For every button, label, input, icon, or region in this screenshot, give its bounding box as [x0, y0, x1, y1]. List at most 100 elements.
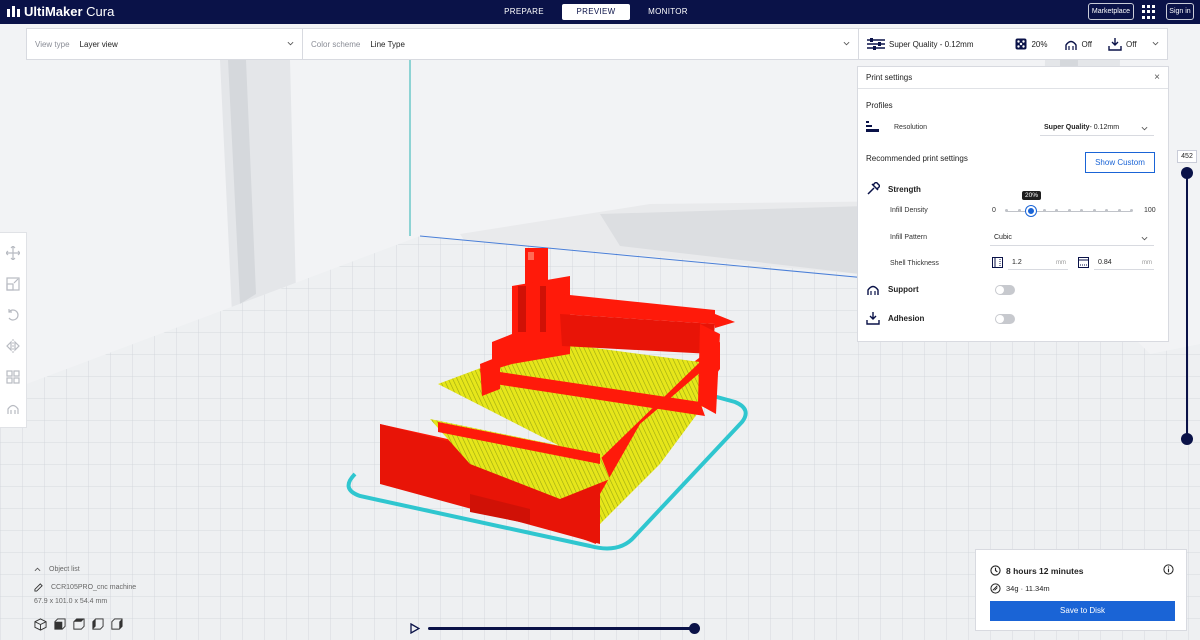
infill-slider-tick	[1105, 209, 1108, 212]
spool-icon	[990, 583, 1001, 594]
tab-preview[interactable]: PREVIEW	[562, 4, 630, 20]
tab-prepare[interactable]: PREPARE	[490, 4, 558, 20]
app-title: UltiMaker Cura	[24, 4, 115, 19]
mirror-icon[interactable]	[5, 338, 21, 354]
print-settings-header: Print settings ×	[858, 67, 1168, 89]
object-list-toggle[interactable]: Object list	[34, 566, 136, 573]
info-icon[interactable]	[1163, 564, 1174, 575]
color-scheme-label: Color scheme	[311, 39, 361, 49]
strength-section: Strength	[866, 182, 921, 196]
print-settings-panel: Print settings × Profiles Resolution Sup…	[857, 66, 1169, 342]
layer-slider-track[interactable]	[1186, 173, 1188, 439]
settings-sliders-icon	[867, 38, 885, 50]
support-blocker-icon[interactable]	[5, 400, 21, 416]
view-toolbar: View type Layer view Color scheme Line T…	[26, 28, 1168, 60]
scale-icon[interactable]	[5, 276, 21, 292]
clock-icon	[990, 565, 1001, 576]
infill-min-label: 0	[992, 207, 996, 214]
chevron-down-icon	[1152, 41, 1159, 46]
camera-view-buttons	[34, 618, 123, 631]
view-type-value: Layer view	[79, 39, 118, 49]
infill-slider-tick	[1130, 209, 1133, 212]
wall-thickness-value: 1.2	[1012, 259, 1022, 266]
resolution-value-layer: - 0.12mm	[1089, 124, 1120, 131]
top-bottom-thickness-unit: mm	[1142, 259, 1152, 266]
resolution-select[interactable]: Super Quality - 0.12mm	[1040, 120, 1154, 136]
chevron-up-icon	[34, 567, 41, 572]
infill-density-label: Infill Density	[890, 207, 928, 214]
view-type-select[interactable]: View type Layer view	[27, 29, 303, 59]
print-setup-selector[interactable]: Super Quality - 0.12mm 20% Off Off	[859, 29, 1167, 59]
layer-slider-top-handle[interactable]	[1181, 167, 1193, 179]
infill-icon	[1015, 38, 1027, 50]
infill-slider-tick	[1092, 209, 1096, 212]
infill-slider-tick	[1117, 209, 1121, 212]
infill-summary: 20%	[1031, 39, 1048, 49]
layer-number-badge[interactable]: 452	[1177, 150, 1197, 163]
rotate-icon[interactable]	[5, 307, 21, 323]
top-bottom-thickness-value: 0.84	[1098, 259, 1112, 266]
support-label: Support	[888, 285, 919, 294]
wall-thickness-input[interactable]: 1.2 mm	[1008, 256, 1068, 270]
material-usage: 34g · 11.34m	[1006, 584, 1050, 593]
per-model-settings-icon[interactable]	[5, 369, 21, 385]
support-summary: Off	[1081, 39, 1093, 49]
print-time-row: 8 hours 12 minutes	[990, 565, 1083, 576]
chevron-down-icon	[1141, 126, 1148, 131]
support-toggle[interactable]	[995, 285, 1015, 295]
support-icon	[1064, 40, 1077, 50]
strength-label: Strength	[888, 184, 921, 194]
support-icon	[867, 285, 879, 295]
print-estimate-card: 8 hours 12 minutes 34g · 11.34m Save to …	[975, 549, 1187, 631]
infill-slider-tick	[1005, 209, 1008, 212]
adhesion-icon	[1108, 37, 1122, 51]
infill-slider-tick	[1080, 209, 1083, 212]
object-name-row[interactable]: CCR105PRO_cnc machine	[34, 583, 136, 592]
apps-grid-icon[interactable]	[1142, 5, 1156, 19]
layer-slider-bottom-handle[interactable]	[1181, 433, 1193, 445]
infill-pattern-value: Cubic	[994, 234, 1012, 241]
infill-slider-tick	[1042, 209, 1046, 212]
sign-in-button[interactable]: Sign in	[1166, 3, 1194, 20]
infill-slider-tick	[1017, 209, 1021, 212]
right-view-icon[interactable]	[110, 618, 123, 631]
material-row: 34g · 11.34m	[990, 583, 1050, 594]
left-view-icon[interactable]	[91, 618, 104, 631]
adhesion-toggle[interactable]	[995, 314, 1015, 324]
chevron-down-icon	[1141, 236, 1148, 241]
infill-slider-tick	[1067, 209, 1071, 212]
top-header: UltiMaker Cura PREPARE PREVIEW MONITOR M…	[0, 0, 1200, 24]
recommended-heading: Recommended print settings	[866, 154, 968, 163]
3d-view-icon[interactable]	[34, 618, 47, 631]
resolution-label: Resolution	[894, 124, 928, 131]
close-icon[interactable]: ×	[1154, 72, 1160, 83]
tab-monitor[interactable]: MONITOR	[634, 4, 702, 20]
infill-density-slider[interactable]	[1005, 206, 1133, 216]
marketplace-button[interactable]: Marketplace	[1088, 3, 1134, 20]
color-scheme-select[interactable]: Color scheme Line Type	[303, 29, 859, 59]
object-dimensions: 67.9 x 101.0 x 54.4 mm	[34, 598, 108, 605]
play-icon[interactable]	[410, 623, 420, 634]
infill-max-label: 100	[1144, 207, 1156, 214]
move-icon[interactable]	[5, 245, 21, 261]
adhesion-section: Adhesion	[866, 312, 924, 325]
infill-slider-handle[interactable]	[1026, 206, 1036, 216]
simulation-path-handle[interactable]	[689, 623, 700, 634]
support-section: Support	[866, 283, 919, 296]
object-name: CCR105PRO_cnc machine	[51, 584, 137, 591]
infill-pattern-select[interactable]: Cubic	[990, 230, 1154, 246]
chevron-down-icon	[843, 41, 850, 46]
top-bottom-thickness-icon	[1078, 257, 1089, 268]
save-to-disk-button[interactable]: Save to Disk	[990, 601, 1175, 621]
simulation-path-slider[interactable]	[428, 627, 696, 630]
wall-thickness-unit: mm	[1056, 259, 1066, 266]
adhesion-icon	[866, 312, 880, 325]
front-view-icon[interactable]	[53, 618, 66, 631]
object-tools-panel	[0, 232, 27, 428]
show-custom-button[interactable]: Show Custom	[1085, 152, 1155, 173]
top-view-icon[interactable]	[72, 618, 85, 631]
resolution-value-name: Super Quality	[1044, 124, 1090, 131]
resolution-icon	[866, 121, 879, 132]
color-scheme-value: Line Type	[370, 39, 405, 49]
top-bottom-thickness-input[interactable]: 0.84 mm	[1094, 256, 1154, 270]
